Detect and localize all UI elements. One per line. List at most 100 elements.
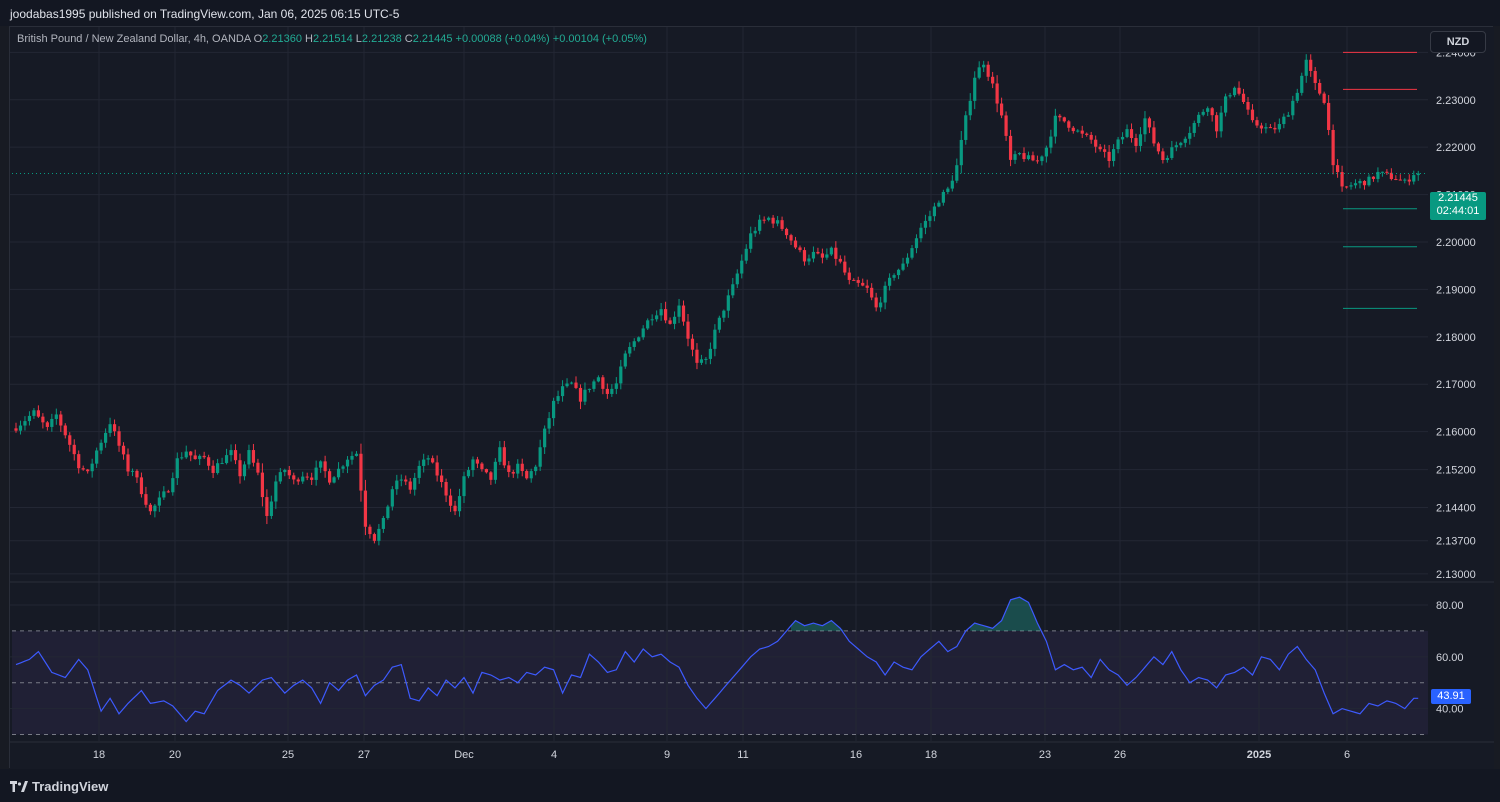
candle-body <box>189 451 193 456</box>
candle-body <box>1353 183 1358 186</box>
footer-bar <box>0 769 1500 802</box>
candle-body <box>870 287 874 298</box>
candle-body <box>583 389 587 402</box>
candle-body <box>695 349 699 363</box>
candle-body <box>1210 108 1214 116</box>
last-price-label: 2.21445 02:44:01 <box>1430 192 1486 220</box>
candle-body <box>628 346 632 354</box>
candle-body <box>991 76 995 84</box>
publisher-text: joodabas1995 published on TradingView.co… <box>10 7 400 21</box>
candle-body <box>1161 151 1165 161</box>
candle-body <box>1228 95 1232 97</box>
candle-body <box>1129 129 1134 139</box>
candle-body <box>1017 153 1022 155</box>
candle-body <box>1147 118 1152 128</box>
candle-body <box>1286 115 1290 117</box>
time-axis-label: 6 <box>1344 749 1350 761</box>
candle-body <box>861 282 865 286</box>
candle-body <box>426 458 430 460</box>
candle-body <box>1174 145 1178 148</box>
candle-body <box>265 497 269 516</box>
time-axis-label: 20 <box>169 749 181 761</box>
candle-body <box>166 491 170 493</box>
candle-body <box>153 505 157 512</box>
candle-body <box>475 459 480 464</box>
chart-container[interactable]: 2.240002.230002.220002.210002.200002.190… <box>9 26 1494 769</box>
symbol-name[interactable]: British Pound / New Zealand Dollar, 4h, … <box>17 33 251 45</box>
candle-body <box>229 450 233 456</box>
candle-body <box>1416 173 1420 176</box>
candle-body <box>946 188 950 192</box>
candle-body <box>1362 181 1367 186</box>
candle-body <box>753 230 757 234</box>
candle-body <box>771 217 775 224</box>
candle-body <box>892 275 896 278</box>
candle-body <box>1156 143 1160 152</box>
candle-body <box>18 425 23 431</box>
candle-body <box>269 501 273 516</box>
change-value: +0.00088 (+0.04%) <box>455 33 550 45</box>
candle-body <box>1031 155 1035 161</box>
candle-body <box>162 491 166 498</box>
candle-body <box>793 240 798 248</box>
candle-body <box>1398 179 1402 181</box>
candle-body <box>1336 165 1340 173</box>
candle-body <box>359 453 363 491</box>
candle-body <box>1268 127 1272 129</box>
candle-body <box>1107 151 1111 161</box>
candle-body <box>623 353 627 367</box>
candle-body <box>664 309 668 321</box>
candle-body <box>1116 139 1120 150</box>
candle-body <box>1170 147 1174 158</box>
candle-body <box>86 469 90 472</box>
candle-body <box>135 470 139 478</box>
candle-body <box>552 400 556 419</box>
candle-body <box>305 476 309 478</box>
candle-body <box>901 263 905 270</box>
candle-body <box>811 251 816 259</box>
candle-body <box>1206 108 1210 112</box>
candle-body <box>1322 93 1326 103</box>
candle-body <box>1183 138 1187 143</box>
currency-selector-button[interactable]: NZD <box>1430 31 1486 53</box>
candle-body <box>601 377 605 389</box>
candle-body <box>538 447 542 467</box>
candle-body <box>372 534 376 541</box>
candle-body <box>139 477 144 495</box>
candle-body <box>175 458 179 479</box>
candle-body <box>1340 172 1344 187</box>
candle-body <box>914 238 919 249</box>
candle-body <box>502 447 506 466</box>
candle-body <box>310 477 314 480</box>
candle-body <box>681 305 686 322</box>
candle-body <box>395 480 399 490</box>
price-axis-label: 2.14400 <box>1436 503 1476 515</box>
candle-body <box>941 191 945 203</box>
candle-body <box>964 115 968 140</box>
candle-body <box>363 490 368 527</box>
candle-body <box>480 463 484 470</box>
candle-body <box>659 309 663 316</box>
candle-body <box>641 328 645 338</box>
candle-body <box>202 455 206 458</box>
candle-body <box>1318 82 1322 94</box>
candle-body <box>959 139 963 166</box>
candle-body <box>314 467 318 480</box>
candle-body <box>287 469 291 476</box>
time-axis-label: 23 <box>1039 749 1051 761</box>
candle-body <box>1134 138 1138 146</box>
candle-body <box>968 100 972 116</box>
candle-body <box>1201 111 1205 115</box>
symbol-legend[interactable]: British Pound / New Zealand Dollar, 4h, … <box>17 33 647 45</box>
candle-body <box>256 462 260 473</box>
candle-body <box>1125 129 1129 137</box>
candle-body <box>296 479 300 482</box>
candle-body <box>704 358 708 360</box>
candle-body <box>431 458 435 463</box>
chart-canvas[interactable]: 2.240002.230002.220002.210002.200002.190… <box>10 27 1494 769</box>
candle-body <box>1094 139 1098 147</box>
candle-body <box>493 461 497 480</box>
tradingview-brand[interactable]: TradingView <box>10 779 108 794</box>
brand-name: TradingView <box>32 779 109 794</box>
time-axis-label: 16 <box>850 749 862 761</box>
